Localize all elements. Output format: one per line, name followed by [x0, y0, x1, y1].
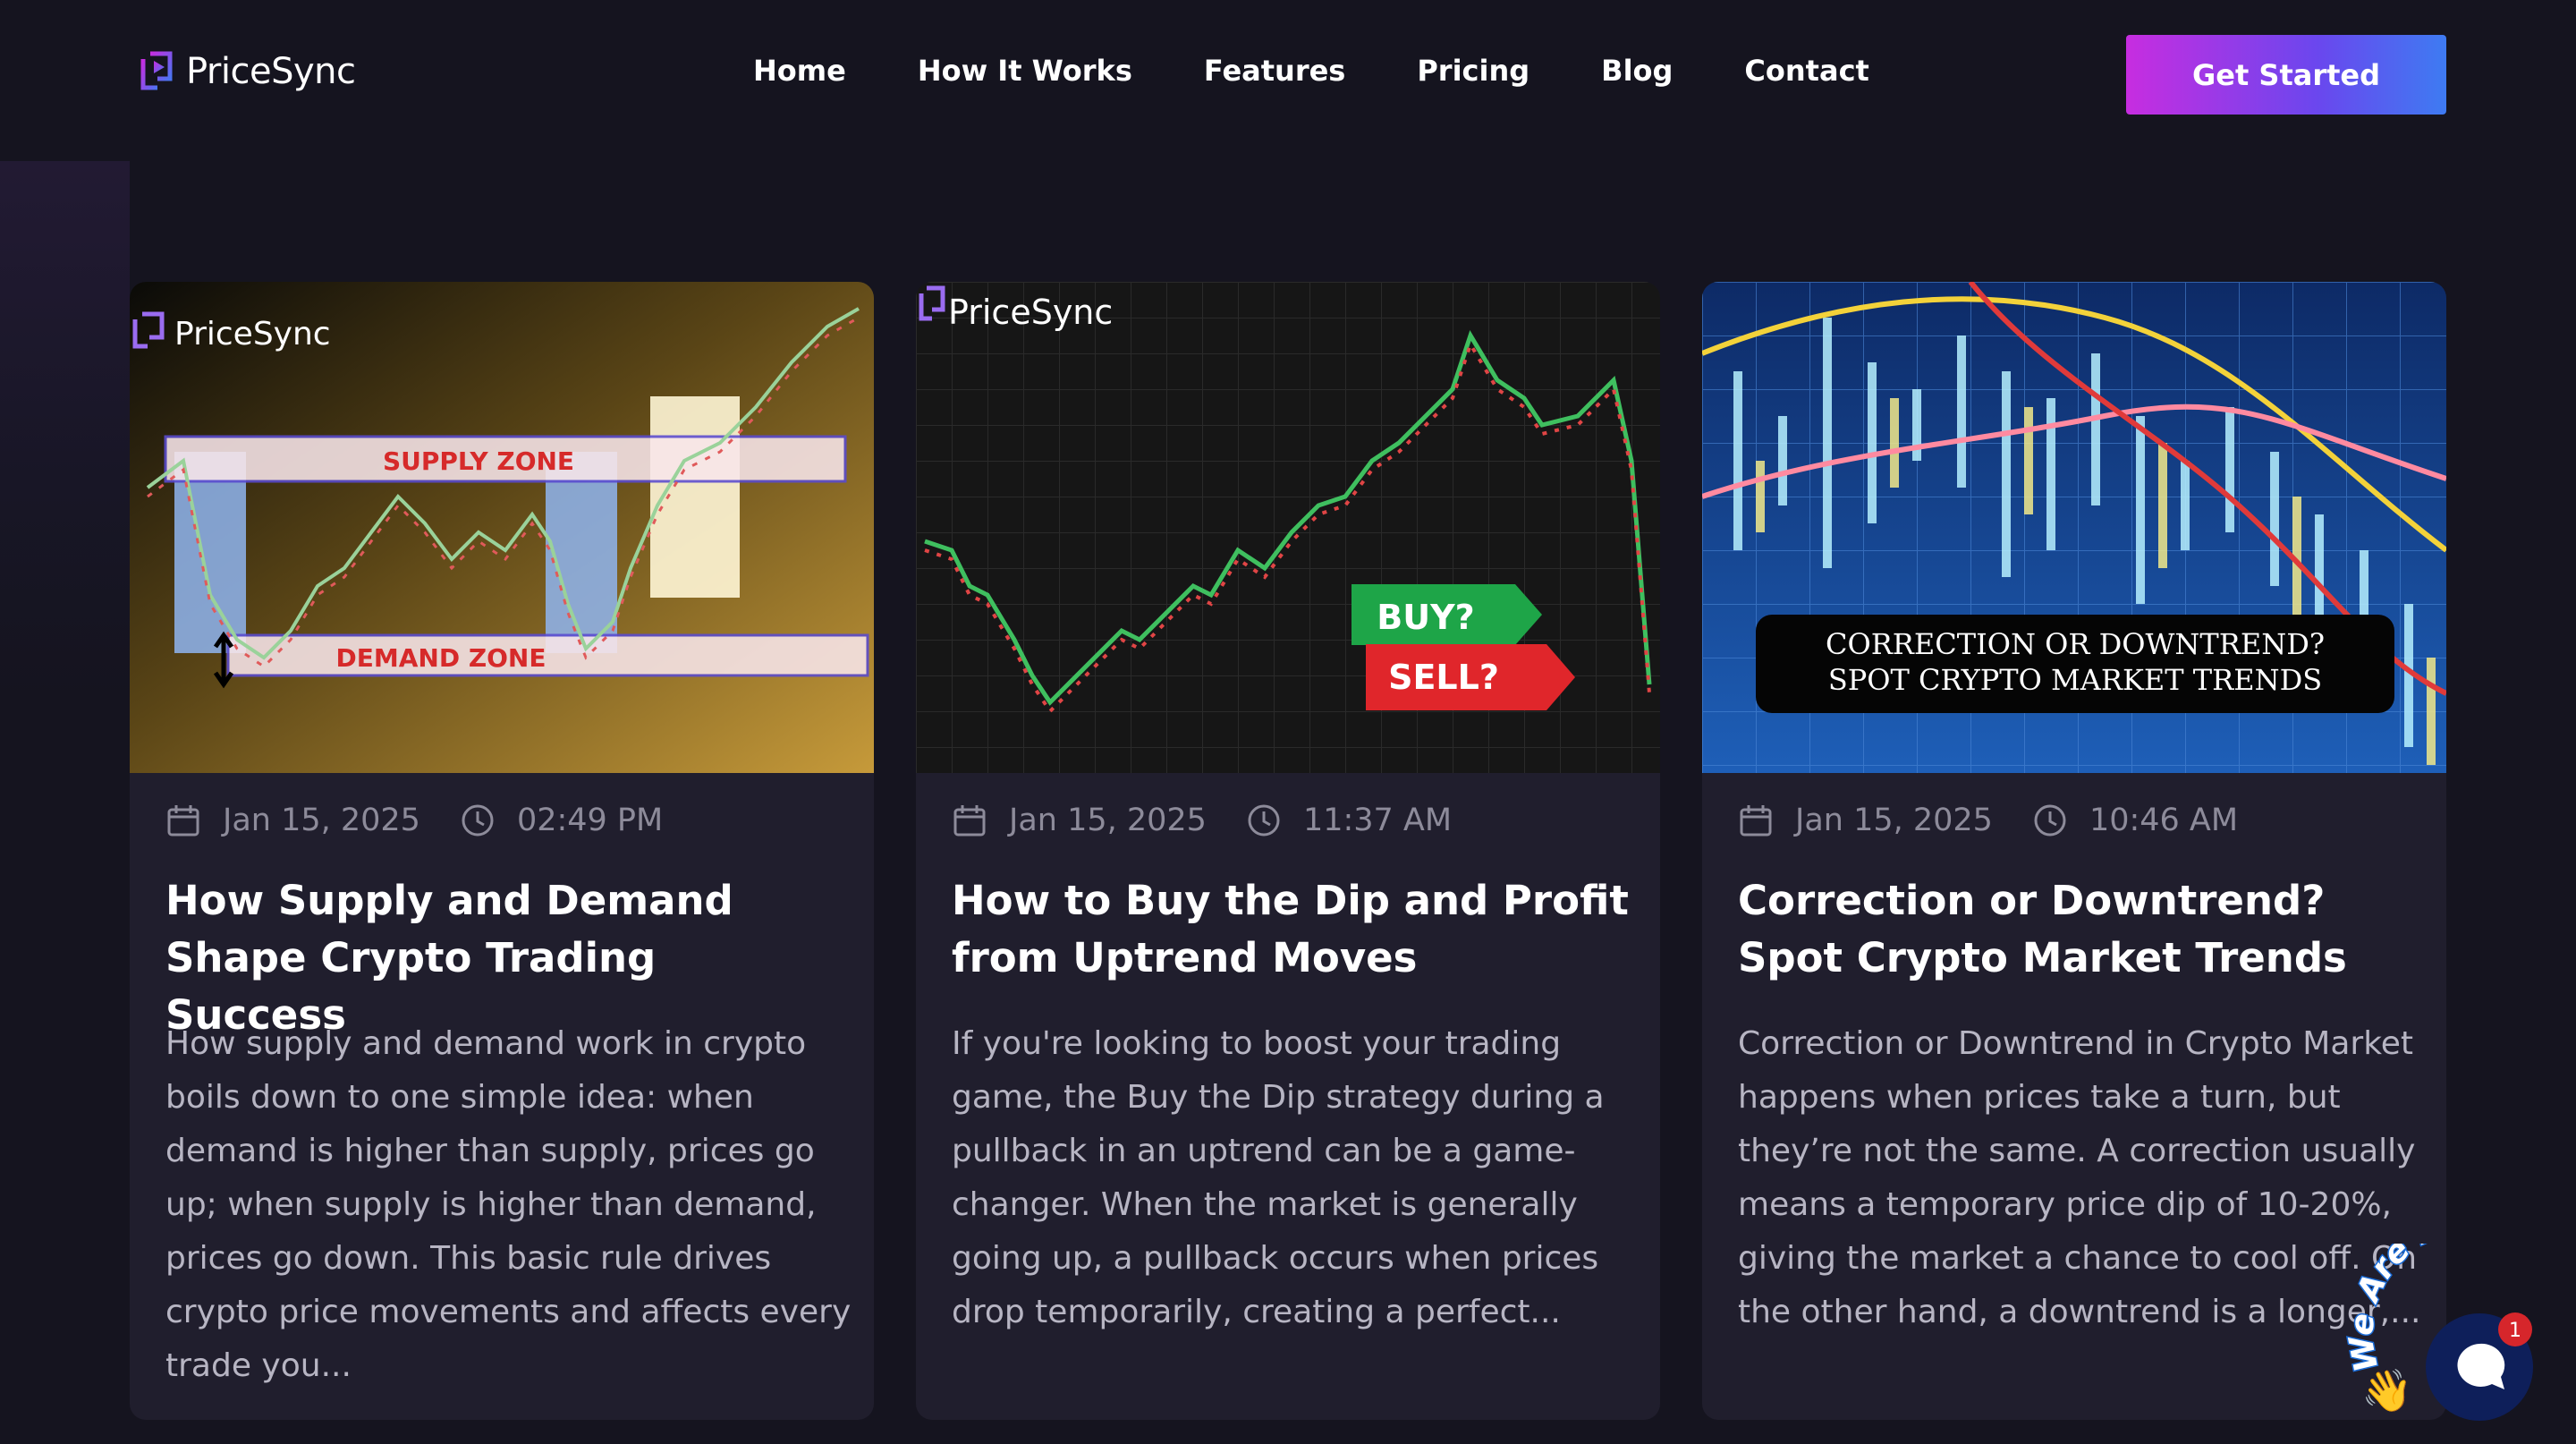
brand-logo[interactable]: PriceSync [134, 47, 356, 97]
clock-icon [462, 804, 494, 837]
post-title[interactable]: Correction or Downtrend? Spot Crypto Mar… [1738, 872, 2418, 987]
post-title[interactable]: How to Buy the Dip and Profit from Uptre… [952, 872, 1631, 987]
post-meta: Jan 15, 2025 11:37 AM [952, 803, 1452, 838]
clock-icon [2034, 804, 2066, 837]
post-date: Jan 15, 2025 [223, 803, 420, 838]
chat-widget[interactable]: We Are Here! 👋 1 [2342, 1201, 2576, 1440]
market-trends-chart-image: CORRECTION OR DOWNTREND? SPOT CRYPTO MAR… [1702, 282, 2446, 773]
post-excerpt: If you're looking to boost your trading … [952, 1025, 1605, 1330]
sell-label: SELL? [1388, 658, 1499, 697]
supply-zone-label: SUPPLY ZONE [383, 446, 574, 476]
post-time: 10:46 AM [2089, 803, 2239, 838]
caption-line-1: CORRECTION OR DOWNTREND? [1826, 627, 2325, 661]
buy-label: BUY? [1377, 598, 1474, 637]
post-date: Jan 15, 2025 [1009, 803, 1207, 838]
post-thumbnail[interactable]: BUY? SELL? PriceSync [916, 282, 1660, 773]
clock-icon [1248, 804, 1280, 837]
post-excerpt: Correction or Downtrend in Crypto Market… [1738, 1025, 2421, 1330]
nav-pricing[interactable]: Pricing [1417, 54, 1530, 88]
caption-line-2: SPOT CRYPTO MARKET TRENDS [1828, 663, 2322, 697]
post-time: 02:49 PM [516, 803, 664, 838]
post-meta: Jan 15, 2025 02:49 PM [165, 803, 663, 838]
thumbnail-brand: PriceSync [174, 316, 331, 353]
blog-card-supply-demand[interactable]: SUPPLY ZONE DEMAND ZONE PriceSync Jan 15… [130, 282, 874, 1420]
blog-card-buy-the-dip[interactable]: BUY? SELL? PriceSync Jan 15, 2025 11:37 … [916, 282, 1660, 1420]
nav-contact[interactable]: Contact [1744, 54, 1868, 88]
main-nav: Home How It Works Features Pricing Blog … [753, 54, 1869, 88]
post-excerpt: How supply and demand work in crypto boi… [165, 1025, 852, 1384]
pricesync-logo-icon [140, 51, 173, 90]
supply-demand-chart-image: SUPPLY ZONE DEMAND ZONE PriceSync [130, 282, 874, 773]
site-header: PriceSync Home How It Works Features Pri… [0, 0, 2576, 161]
post-date: Jan 15, 2025 [1795, 803, 1993, 838]
blog-card-correction-downtrend[interactable]: CORRECTION OR DOWNTREND? SPOT CRYPTO MAR… [1702, 282, 2446, 1420]
nav-how-it-works[interactable]: How It Works [918, 54, 1132, 88]
nav-home[interactable]: Home [753, 54, 846, 88]
nav-features[interactable]: Features [1204, 54, 1345, 88]
post-thumbnail[interactable]: CORRECTION OR DOWNTREND? SPOT CRYPTO MAR… [1702, 282, 2446, 773]
post-time: 11:37 AM [1302, 803, 1453, 838]
post-thumbnail[interactable]: SUPPLY ZONE DEMAND ZONE PriceSync [130, 282, 874, 773]
calendar-icon [167, 805, 199, 837]
brand-name: PriceSync [186, 51, 356, 92]
notification-count: 1 [2509, 1320, 2521, 1342]
buy-sell-chart-image: BUY? SELL? PriceSync [916, 282, 1660, 773]
side-glow [0, 161, 130, 698]
nav-blog[interactable]: Blog [1601, 54, 1673, 88]
post-meta: Jan 15, 2025 10:46 AM [1738, 803, 2238, 838]
calendar-icon [953, 805, 986, 837]
get-started-button[interactable]: Get Started [2126, 35, 2446, 115]
calendar-icon [1740, 805, 1772, 837]
thumbnail-brand: PriceSync [948, 293, 1113, 332]
waving-hand-icon: 👋 [2361, 1366, 2412, 1415]
demand-zone-label: DEMAND ZONE [336, 643, 547, 673]
